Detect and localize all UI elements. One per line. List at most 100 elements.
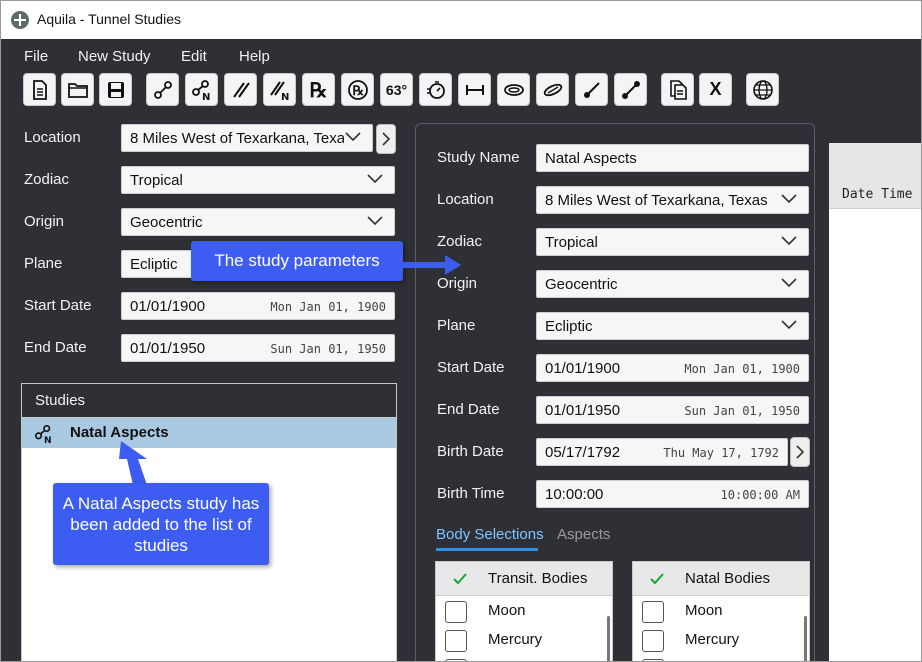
tab-aspects[interactable]: Aspects: [557, 526, 610, 543]
checkbox[interactable]: [445, 601, 467, 623]
connect-nodes-icon[interactable]: [614, 73, 647, 106]
zodiac-value: Tropical: [130, 172, 183, 189]
end-date-label: End Date: [24, 339, 87, 356]
location-select[interactable]: 8 Miles West of Texarkana, Texas: [121, 124, 373, 152]
svg-text:℞: ℞: [352, 84, 364, 99]
checkbox[interactable]: [642, 601, 664, 623]
checkmark-icon[interactable]: [452, 571, 468, 587]
origin-select[interactable]: Geocentric: [121, 208, 395, 236]
needle-icon[interactable]: [575, 73, 608, 106]
svg-text:N: N: [281, 92, 289, 101]
end-date-long: Sun Jan 01, 1950: [270, 342, 386, 356]
natal-bodies-header: Natal Bodies: [633, 562, 809, 596]
study-zodiac-select[interactable]: Tropical: [536, 228, 809, 256]
callout-arrow-right-icon: [401, 255, 461, 275]
location-next-button[interactable]: [376, 124, 396, 154]
menu-edit[interactable]: Edit: [181, 48, 207, 65]
parallel-icon[interactable]: [224, 73, 257, 106]
natal-retrograde-icon[interactable]: ℞: [341, 73, 374, 106]
origin-value: Geocentric: [130, 214, 203, 231]
start-date-input[interactable]: 01/01/1900 Mon Jan 01, 1900: [121, 292, 395, 320]
span-icon[interactable]: [458, 73, 491, 106]
study-end-date-long: Sun Jan 01, 1950: [684, 404, 800, 418]
list-item[interactable]: [436, 655, 612, 661]
natal-parallel-icon[interactable]: N: [263, 73, 296, 106]
checkmark-icon[interactable]: [649, 571, 665, 587]
plane-value: Ecliptic: [130, 256, 178, 273]
title-bar: Aquila - Tunnel Studies: [1, 1, 921, 39]
birth-date-label: Birth Date: [437, 443, 504, 460]
menu-new-study[interactable]: New Study: [78, 48, 151, 65]
birth-time-value: 10:00:00: [545, 486, 604, 503]
chevron-down-icon: [781, 320, 797, 330]
callout-study-parameters-text: The study parameters: [214, 251, 380, 270]
location-value: 8 Miles West of Texarkana, Texas: [130, 130, 353, 147]
open-folder-icon[interactable]: [61, 73, 94, 106]
tilted-ellipse-icon[interactable]: [536, 73, 569, 106]
degree-icon[interactable]: 63°: [380, 73, 413, 106]
menu-help[interactable]: Help: [239, 48, 270, 65]
study-location-select[interactable]: 8 Miles West of Texarkana, Texas: [536, 186, 809, 214]
chevron-right-icon: [796, 445, 805, 459]
aspect-link-icon[interactable]: [146, 73, 179, 106]
list-item[interactable]: [633, 655, 809, 661]
scrollbar[interactable]: [607, 616, 610, 661]
zodiac-label: Zodiac: [24, 171, 70, 188]
ellipse-icon[interactable]: [497, 73, 530, 106]
list-item[interactable]: N Natal Aspects: [22, 418, 396, 448]
study-end-date-label: End Date: [437, 401, 500, 418]
checkbox[interactable]: [445, 630, 467, 652]
chevron-down-icon: [367, 216, 383, 226]
study-plane-select[interactable]: Ecliptic: [536, 312, 809, 340]
list-item[interactable]: Mercury: [633, 626, 809, 654]
save-icon[interactable]: [99, 73, 132, 106]
globe-icon[interactable]: [746, 73, 779, 106]
scrollbar[interactable]: [804, 616, 807, 661]
zodiac-select[interactable]: Tropical: [121, 166, 395, 194]
chevron-down-icon: [781, 278, 797, 288]
study-end-date-value: 01/01/1950: [545, 402, 621, 419]
birth-date-input[interactable]: 05/17/1792 Thu May 17, 1792: [536, 438, 788, 466]
app-window: Aquila - Tunnel Studies File New Study E…: [0, 0, 922, 662]
start-date-label: Start Date: [24, 297, 92, 314]
study-start-date-long: Mon Jan 01, 1900: [684, 362, 800, 376]
natal-aspect-icon[interactable]: N: [185, 73, 218, 106]
close-x-icon[interactable]: X: [699, 73, 732, 106]
body-name: Mercury: [488, 631, 543, 648]
birth-time-input[interactable]: 10:00:00 10:00:00 AM: [536, 480, 809, 508]
callout-arrow-up-icon: [119, 441, 147, 485]
list-item[interactable]: Moon: [633, 597, 809, 625]
retrograde-icon[interactable]: ℞: [302, 73, 335, 106]
list-item[interactable]: Mercury: [436, 626, 612, 654]
column-header-date-time[interactable]: Date Time: [842, 187, 912, 202]
copy-document-icon[interactable]: [661, 73, 694, 106]
study-start-date-input[interactable]: 01/01/1900 Mon Jan 01, 1900: [536, 354, 809, 382]
natal-bodies-title: Natal Bodies: [685, 570, 771, 587]
tab-body-selections[interactable]: Body Selections: [436, 526, 544, 543]
study-zodiac-label: Zodiac: [437, 233, 483, 250]
results-grid: Date Time: [829, 143, 921, 661]
toolbar: N N ℞ ℞ 63° X: [1, 73, 921, 109]
birth-time-long: 10:00:00 AM: [720, 488, 800, 502]
studies-header: Studies: [22, 384, 396, 418]
study-plane-label: Plane: [437, 317, 476, 334]
list-item[interactable]: Moon: [436, 597, 612, 625]
birth-date-next-button[interactable]: [790, 437, 810, 467]
birth-date-long: Thu May 17, 1792: [663, 446, 779, 460]
checkbox[interactable]: [642, 630, 664, 652]
new-document-icon[interactable]: [23, 73, 56, 106]
study-name-input[interactable]: Natal Aspects: [536, 144, 809, 172]
chevron-down-icon: [780, 191, 798, 207]
start-date-value: 01/01/1900: [130, 298, 206, 315]
study-origin-select[interactable]: Geocentric: [536, 270, 809, 298]
transit-bodies-header: Transit. Bodies: [436, 562, 612, 596]
menu-file[interactable]: File: [24, 48, 48, 65]
timer-icon[interactable]: [419, 73, 452, 106]
study-zodiac-value: Tropical: [545, 234, 598, 251]
study-end-date-input[interactable]: 01/01/1950 Sun Jan 01, 1950: [536, 396, 809, 424]
chevron-down-icon: [344, 129, 362, 145]
end-date-input[interactable]: 01/01/1950 Sun Jan 01, 1950: [121, 334, 395, 362]
birth-date-value: 05/17/1792: [545, 444, 621, 461]
chevron-down-icon: [367, 174, 383, 184]
natal-aspect-icon: N: [35, 425, 52, 444]
